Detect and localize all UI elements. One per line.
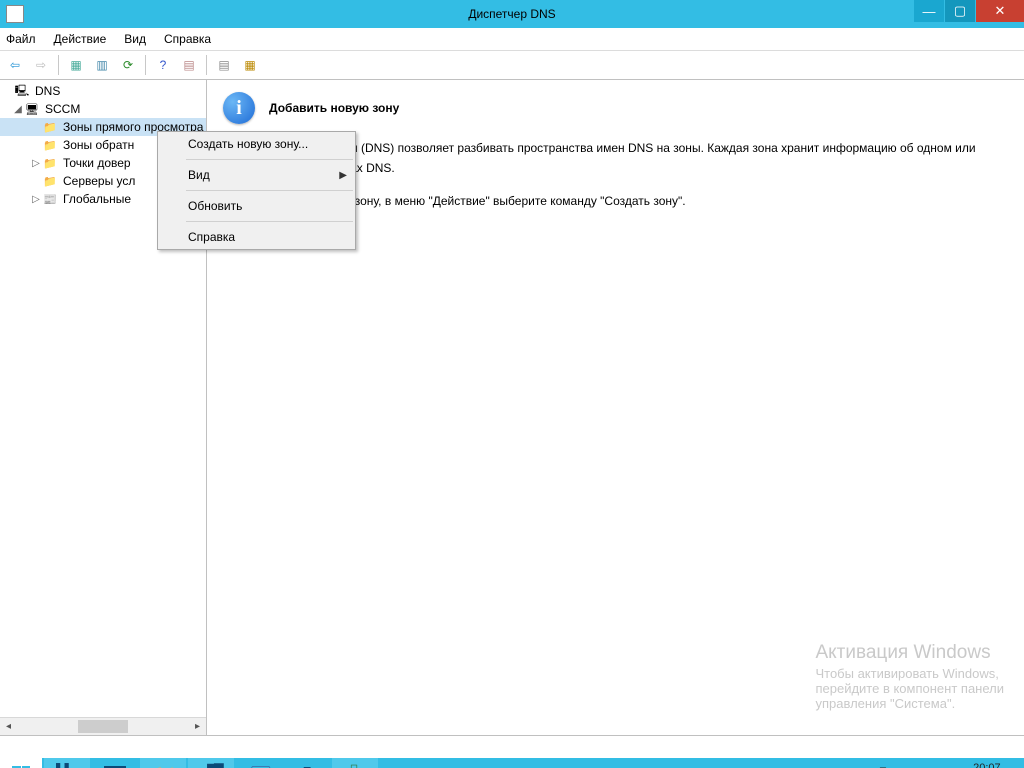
menu-file[interactable]: Файл (6, 32, 36, 46)
window-controls: — ▢ ✕ (913, 0, 1024, 22)
scroll-right-icon[interactable]: ▸ (189, 718, 206, 735)
tree-label: SCCM (43, 102, 82, 116)
watermark-line: Чтобы активировать Windows, (815, 666, 1004, 681)
back-button[interactable]: ⇦ (4, 54, 26, 76)
collapse-icon[interactable]: ◢ (12, 104, 24, 115)
tree-label: Точки довер (61, 156, 133, 170)
ctx-label: Создать новую зону... (188, 137, 308, 151)
tray-network-icon[interactable]: 🖷 (875, 764, 887, 768)
activation-watermark: Активация Windows Чтобы активировать Win… (815, 642, 1004, 711)
expand-icon[interactable]: ▷ (30, 194, 42, 205)
ctx-separator (186, 159, 353, 160)
window-title: Диспетчер DNS (0, 7, 1024, 21)
task-app3[interactable]: 🖧 (284, 758, 330, 768)
expand-icon[interactable]: ▷ (30, 158, 42, 169)
tray-time: 20:07 (960, 762, 1014, 768)
tree-root-dns[interactable]: 🖳 DNS (0, 82, 206, 100)
folder-icon: 📁 (42, 156, 58, 170)
ctx-separator (186, 190, 353, 191)
content-heading: Добавить новую зону (269, 101, 399, 115)
toolbar: ⇦ ⇨ ▦ ▥ ⟳ ? ▤ ▤ ▦ (0, 51, 1024, 80)
horizontal-scrollbar[interactable]: ◂ ▸ (0, 717, 206, 735)
help-button[interactable]: ? (152, 54, 174, 76)
status-bar (0, 735, 1024, 758)
toolbar-separator (145, 55, 146, 75)
ctx-create-zone[interactable]: Создать новую зону... (158, 132, 355, 156)
ctx-help[interactable]: Справка (158, 225, 355, 249)
start-button[interactable] (0, 758, 42, 768)
maximize-button[interactable]: ▢ (945, 0, 975, 22)
tree-label: Зоны обратн (61, 138, 136, 152)
ctx-label: Справка (188, 230, 235, 244)
tree-server[interactable]: ◢ 🖥 SCCM (0, 100, 206, 118)
menu-help[interactable]: Справка (164, 32, 211, 46)
ctx-view[interactable]: Вид ▶ (158, 163, 355, 187)
add-button[interactable]: ▦ (65, 54, 87, 76)
log-icon: 📰 (42, 192, 58, 206)
task-app2[interactable]: 🖥 (236, 758, 282, 768)
taskbar: ▌▌ >_ 📁 ▐▋ 🖥 🖧 🖧 ▴ ⚑ 🖷 🔈 ENG 20:07 09.11… (0, 758, 1024, 768)
scroll-left-icon[interactable]: ◂ (0, 718, 17, 735)
task-explorer[interactable]: 📁 (140, 758, 186, 768)
dns-icon: 🖳 (14, 84, 30, 98)
server-icon: 🖥 (24, 102, 40, 116)
ctx-label: Вид (188, 168, 210, 182)
task-powershell[interactable]: >_ (92, 758, 138, 768)
toolbar-separator (206, 55, 207, 75)
tree-label: Серверы усл (61, 174, 137, 188)
scroll-thumb[interactable] (78, 720, 128, 733)
context-menu: Создать новую зону... Вид ▶ Обновить Спр… (157, 131, 356, 250)
tool-filter-button[interactable]: ▦ (239, 54, 261, 76)
tool-button[interactable]: ▤ (178, 54, 200, 76)
task-dns-manager[interactable]: 🖧 (332, 758, 378, 768)
info-icon: i (223, 92, 255, 124)
menu-action[interactable]: Действие (54, 32, 107, 46)
system-tray: ▴ ⚑ 🖷 🔈 ENG 20:07 09.11.2014 (837, 758, 1018, 768)
folder-icon: 📁 (42, 120, 58, 134)
tray-clock[interactable]: 20:07 09.11.2014 (960, 762, 1014, 768)
toolbar-separator (58, 55, 59, 75)
menu-view[interactable]: Вид (124, 32, 146, 46)
task-server-manager[interactable]: ▌▌ (44, 758, 90, 768)
watermark-title: Активация Windows (815, 642, 1004, 664)
watermark-line: перейдите в компонент панели (815, 681, 1004, 696)
task-app1[interactable]: ▐▋ (188, 758, 234, 768)
close-button[interactable]: ✕ (976, 0, 1024, 22)
title-bar: Диспетчер DNS — ▢ ✕ (0, 0, 1024, 28)
ctx-refresh[interactable]: Обновить (158, 194, 355, 218)
content-header: i Добавить новую зону (223, 92, 1008, 124)
menu-bar: Файл Действие Вид Справка (0, 28, 1024, 51)
tool-list-button[interactable]: ▤ (213, 54, 235, 76)
ctx-label: Обновить (188, 199, 242, 213)
chevron-right-icon: ▶ (339, 170, 347, 181)
show-hide-button[interactable]: ▥ (91, 54, 113, 76)
tree-label: DNS (33, 84, 62, 98)
refresh-button[interactable]: ⟳ (117, 54, 139, 76)
ctx-separator (186, 221, 353, 222)
tree-label: Глобальные (61, 192, 133, 206)
folder-icon: 📁 (42, 138, 58, 152)
folder-icon: 📁 (42, 174, 58, 188)
minimize-button[interactable]: — (914, 0, 944, 22)
forward-button[interactable]: ⇨ (30, 54, 52, 76)
watermark-line: управления "Система". (815, 696, 1004, 711)
